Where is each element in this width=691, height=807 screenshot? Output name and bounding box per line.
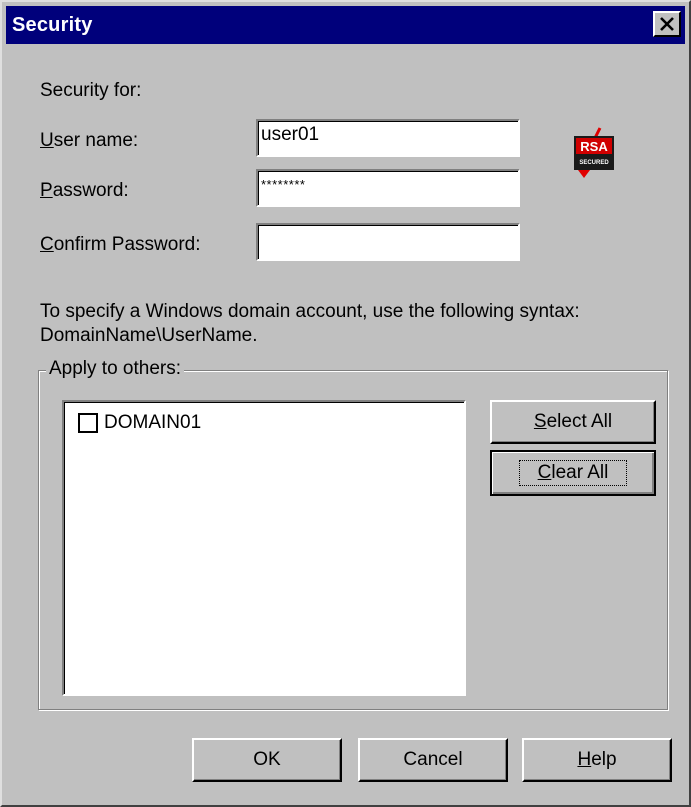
confirm-password-input[interactable] xyxy=(256,223,520,261)
confirm-password-label: Confirm Password: xyxy=(40,234,201,255)
window-title: Security xyxy=(12,13,93,36)
list-item-label: DOMAIN01 xyxy=(104,412,202,433)
note-line-2: DomainName\UserName. xyxy=(40,325,258,346)
list-item-domain01[interactable]: DOMAIN01 xyxy=(78,412,201,434)
title-bar[interactable]: Security xyxy=(6,6,685,44)
clear-all-button[interactable]: Clear All xyxy=(490,450,656,496)
user-name-label: User name: xyxy=(40,130,139,151)
user-name-input[interactable]: user01 xyxy=(256,119,520,157)
checkbox-icon[interactable] xyxy=(78,413,98,433)
close-icon xyxy=(660,17,674,31)
apply-to-others-legend: Apply to others: xyxy=(46,358,185,380)
close-button[interactable] xyxy=(653,11,681,37)
domain-list[interactable]: DOMAIN01 xyxy=(62,400,466,696)
rsa-secured-logo: RSA SECURED xyxy=(574,127,614,178)
svg-text:SECURED: SECURED xyxy=(579,160,609,166)
help-button[interactable]: Help xyxy=(522,738,672,782)
security-for-label: Security for: xyxy=(40,80,142,101)
select-all-button[interactable]: Select All xyxy=(490,400,656,444)
svg-text:RSA: RSA xyxy=(580,139,608,154)
password-label: Password: xyxy=(40,180,129,201)
note-line-1: To specify a Windows domain account, use… xyxy=(40,301,580,322)
security-dialog: Security Security for: User name: user01… xyxy=(0,0,691,807)
password-input[interactable]: ******** xyxy=(256,169,520,207)
ok-button[interactable]: OK xyxy=(192,738,342,782)
domain-syntax-note: To specify a Windows domain account, use… xyxy=(40,300,580,348)
cancel-button[interactable]: Cancel xyxy=(358,738,508,782)
